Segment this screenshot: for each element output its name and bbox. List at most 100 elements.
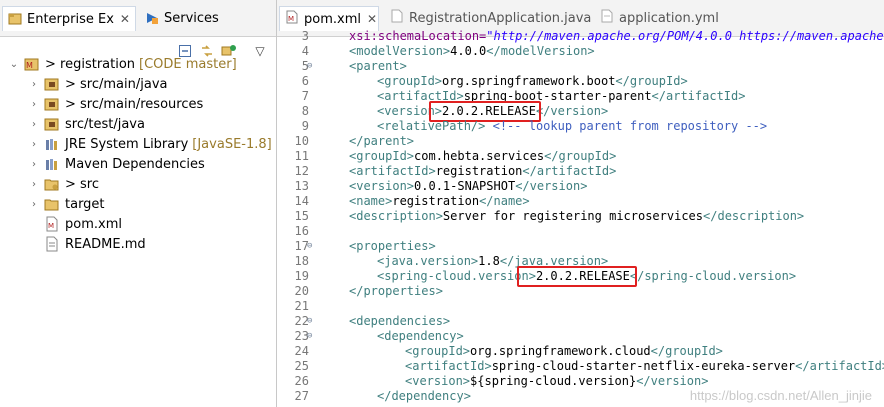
xml-text: 1.8	[478, 254, 500, 268]
xml-open-tag: <groupId>	[377, 74, 443, 88]
xml-close-tag: </groupId>	[615, 74, 688, 88]
editor-area: M pom.xml ✕ RegistrationApplication.java…	[277, 0, 884, 407]
chevron-right-icon[interactable]: ›	[28, 159, 40, 170]
xml-close-tag: </artifactId>	[795, 359, 884, 373]
editor-tab-registration-application[interactable]: RegistrationApplication.java	[385, 8, 591, 28]
line-number: 3	[301, 29, 309, 43]
view-menu-icon[interactable]: ▽	[252, 43, 268, 59]
tree-item-label: JRE System Library	[65, 136, 189, 152]
enterprise-explorer-icon	[7, 11, 23, 27]
code-editor[interactable]: 3 4 5 ⊖ 6 7 8 9 10 11 12 13 14 15 16 17 …	[277, 28, 884, 407]
line-number-gutter: 3 4 5 ⊖ 6 7 8 9 10 11 12 13 14 15 16 17 …	[277, 28, 315, 407]
chevron-right-icon[interactable]: ›	[28, 79, 40, 90]
line-number: 22	[294, 314, 309, 328]
chevron-right-icon[interactable]: ›	[28, 179, 40, 190]
code-line: <modelVersion>4.0.0</modelVersion>	[349, 44, 595, 59]
chevron-right-icon[interactable]: ›	[28, 199, 40, 210]
tree-item-maven-dependencies[interactable]: › Maven Dependencies	[28, 154, 205, 174]
line-number: 15	[294, 209, 309, 223]
xml-open-tag: <version>	[349, 179, 415, 193]
xml-open-tag: <java.version>	[377, 254, 479, 268]
xml-open-tag: <version>	[405, 374, 471, 388]
code-line: <name>registration</name>	[349, 194, 530, 209]
line-number: 11	[294, 149, 309, 163]
xml-comment: <!-- lookup parent from repository -->	[485, 119, 768, 133]
xml-text: ${spring-cloud.version}	[470, 374, 637, 388]
fold-collapse-icon[interactable]: ⊖	[307, 314, 317, 329]
chevron-right-icon[interactable]: ›	[28, 119, 40, 130]
xml-open-tag: <dependencies>	[349, 314, 451, 328]
xml-close-tag: </version>	[636, 374, 709, 388]
fold-collapse-icon[interactable]: ⊖	[307, 239, 317, 254]
xml-text: Server for registering microservices	[442, 209, 704, 223]
xml-file-icon: M	[285, 10, 299, 28]
xml-open-tag: <groupId>	[349, 149, 415, 163]
editor-tab-label: pom.xml	[304, 11, 361, 27]
maven-project-icon: M	[24, 56, 40, 72]
code-line: <parent>	[349, 59, 407, 74]
library-icon	[44, 156, 60, 172]
code-line: <groupId>org.springframework.boot</group…	[377, 74, 688, 89]
tree-item-label: pom.xml	[65, 216, 122, 232]
code-line: <groupId>com.hebta.services</groupId>	[349, 149, 616, 164]
tree-item-label: > src/main/java	[65, 76, 168, 92]
tab-services[interactable]: Services	[140, 8, 219, 28]
xml-close-tag: </artifactId>	[651, 89, 746, 103]
xml-open-tag: <modelVersion>	[349, 44, 451, 58]
tree-item-pom-xml[interactable]: M pom.xml	[40, 214, 122, 234]
xml-close-tag: </version>	[535, 104, 609, 118]
tree-item-src-main-java[interactable]: › > src/main/java	[28, 74, 167, 94]
tree-root-label: > registration	[45, 56, 136, 72]
line-number: 14	[294, 194, 309, 208]
jre-version-decoration: [JavaSE-1.8]	[192, 136, 272, 152]
xml-open-tag: <dependency>	[377, 329, 464, 343]
tree-item-label: README.md	[65, 236, 146, 252]
package-folder-icon	[44, 76, 60, 92]
editor-tab-application-yml[interactable]: application.yml	[595, 8, 719, 28]
line-number: 4	[301, 44, 309, 58]
library-icon	[44, 136, 60, 152]
code-line: <dependency>	[377, 329, 464, 344]
chevron-down-icon[interactable]: ⌄	[8, 59, 20, 70]
editor-tab-label: application.yml	[619, 10, 719, 26]
svg-text:M: M	[48, 222, 54, 230]
close-icon[interactable]: ✕	[367, 12, 377, 26]
tree-item-target[interactable]: › target	[28, 194, 105, 214]
services-icon	[144, 10, 160, 26]
line-number: 24	[294, 344, 309, 358]
xml-close-tag: </dependency>	[377, 389, 471, 403]
code-line: <artifactId>registration</artifactId>	[349, 164, 616, 179]
line-number: 20	[294, 284, 309, 298]
xml-attr: xsi:schemaLocation=	[349, 29, 487, 43]
tree-item-src-main-resources[interactable]: › > src/main/resources	[28, 94, 203, 114]
svg-text:M: M	[26, 61, 33, 70]
fold-collapse-icon[interactable]: ⊖	[307, 59, 317, 74]
git-branch-decoration: [CODE master]	[139, 56, 237, 72]
tree-item-readme-md[interactable]: README.md	[40, 234, 146, 254]
tree-item-src-test-java[interactable]: › src/test/java	[28, 114, 145, 134]
xml-close-tag: </description>	[703, 209, 805, 223]
fold-collapse-icon[interactable]: ⊖	[307, 329, 317, 344]
xml-close-tag: </version>	[515, 179, 588, 193]
tree-root-registration[interactable]: ⌄ M > registration [CODE master]	[8, 54, 237, 74]
tree-item-src[interactable]: › > src	[28, 174, 99, 194]
xml-open-tag: <name>	[349, 194, 393, 208]
tab-enterprise-explorer[interactable]: Enterprise Ex ✕	[2, 6, 136, 31]
line-number: 27	[294, 389, 309, 403]
close-icon[interactable]: ✕	[120, 12, 130, 26]
code-line: <dependencies>	[349, 314, 450, 329]
watermark: https://blog.csdn.net/Allen_jinjie	[689, 388, 872, 403]
tree-item-label: src/test/java	[65, 116, 145, 132]
xml-open-tag: <properties>	[349, 239, 436, 253]
xml-open-tag: <artifactId>	[349, 164, 436, 178]
xml-text: registration	[435, 164, 523, 178]
tree-item-jre-system-library[interactable]: › JRE System Library [JavaSE-1.8]	[28, 134, 272, 154]
xml-close-tag: </groupId>	[650, 344, 723, 358]
package-folder-icon	[44, 96, 60, 112]
svg-text:M: M	[288, 15, 294, 23]
chevron-right-icon[interactable]: ›	[28, 99, 40, 110]
xml-text: 4.0.0	[450, 44, 487, 58]
chevron-right-icon[interactable]: ›	[28, 139, 40, 150]
tree-item-label: target	[65, 196, 105, 212]
code-line: <artifactId>spring-cloud-starter-netflix…	[405, 359, 884, 374]
